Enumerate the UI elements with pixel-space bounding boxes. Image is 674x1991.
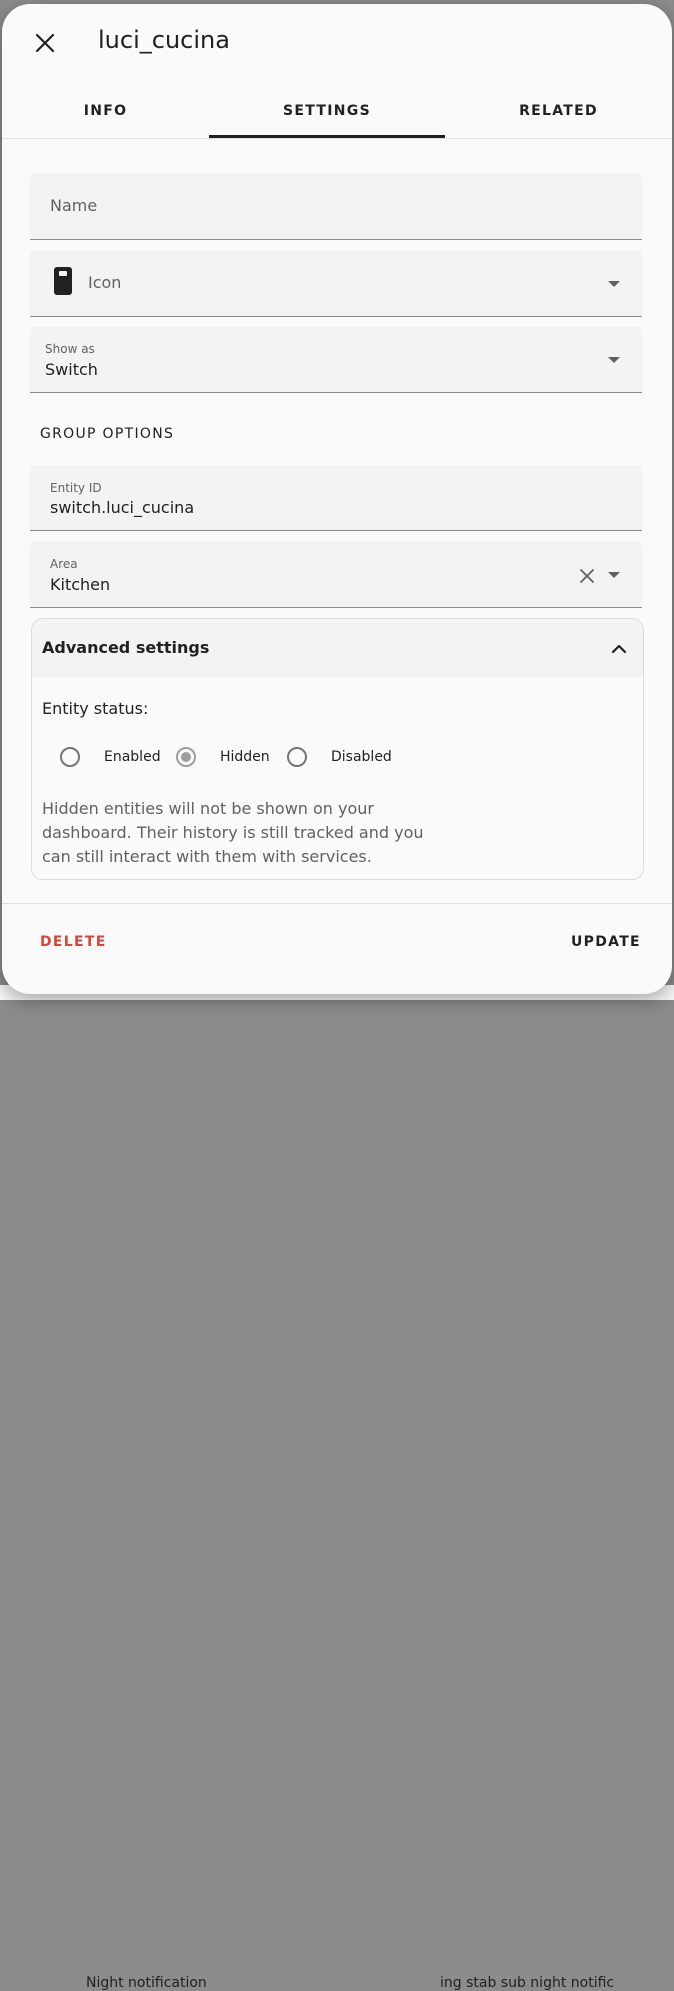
chevron-down-icon[interactable]	[608, 572, 620, 578]
chevron-down-icon[interactable]	[608, 357, 620, 363]
chevron-down-icon[interactable]	[608, 281, 620, 287]
area-picker-field[interactable]: Area Kitchen	[30, 542, 642, 608]
advanced-settings-title: Advanced settings	[42, 638, 210, 657]
tab-settings[interactable]: SETTINGS	[209, 84, 445, 138]
footer-divider	[2, 903, 672, 904]
icon-picker-field[interactable]: Icon	[30, 251, 642, 317]
background-text-right: ing stab sub night notific	[440, 1975, 615, 1991]
radio-hidden-label[interactable]: Hidden	[220, 749, 270, 765]
chevron-up-icon[interactable]	[607, 637, 631, 661]
show-as-select[interactable]: Show as Switch	[30, 327, 642, 393]
radio-hidden[interactable]	[176, 747, 196, 767]
close-button[interactable]	[24, 22, 66, 64]
active-tab-indicator	[209, 135, 445, 138]
update-button[interactable]: UPDATE	[571, 934, 641, 950]
name-field-label: Name	[50, 196, 98, 215]
entity-id-field[interactable]: Entity ID switch.luci_cucina	[30, 465, 642, 531]
light-switch-icon	[54, 267, 72, 295]
icon-field-label: Icon	[88, 273, 122, 292]
show-as-value: Switch	[45, 360, 98, 379]
radio-disabled-label[interactable]: Disabled	[331, 749, 392, 765]
area-value: Kitchen	[50, 575, 111, 594]
advanced-settings-panel: Advanced settings Entity status: Enabled…	[31, 618, 644, 880]
radio-disabled[interactable]	[287, 747, 307, 767]
area-label: Area	[50, 557, 78, 571]
group-options-heading: GROUP OPTIONS	[40, 426, 175, 442]
close-icon	[35, 33, 55, 53]
dialog-title: luci_cucina	[98, 26, 230, 54]
entity-status-label: Entity status:	[42, 699, 149, 718]
entity-settings-dialog: luci_cucina INFO SETTINGS RELATED Name I…	[2, 4, 672, 994]
tab-bar: INFO SETTINGS RELATED	[2, 84, 672, 139]
advanced-settings-toggle[interactable]: Advanced settings	[32, 619, 643, 677]
tab-info[interactable]: INFO	[2, 84, 209, 138]
radio-enabled-label[interactable]: Enabled	[104, 749, 161, 765]
tab-related[interactable]: RELATED	[445, 84, 672, 138]
entity-id-value: switch.luci_cucina	[50, 498, 195, 517]
background-text-left: Night notification	[86, 1975, 207, 1991]
dialog-header: luci_cucina	[2, 4, 672, 84]
radio-enabled[interactable]	[60, 747, 80, 767]
name-field[interactable]: Name	[30, 174, 642, 240]
clear-icon[interactable]	[580, 569, 594, 583]
show-as-label: Show as	[45, 342, 95, 356]
delete-button[interactable]: DELETE	[40, 934, 107, 950]
entity-id-label: Entity ID	[50, 481, 102, 495]
entity-status-help-text: Hidden entities will not be shown on you…	[42, 799, 424, 866]
